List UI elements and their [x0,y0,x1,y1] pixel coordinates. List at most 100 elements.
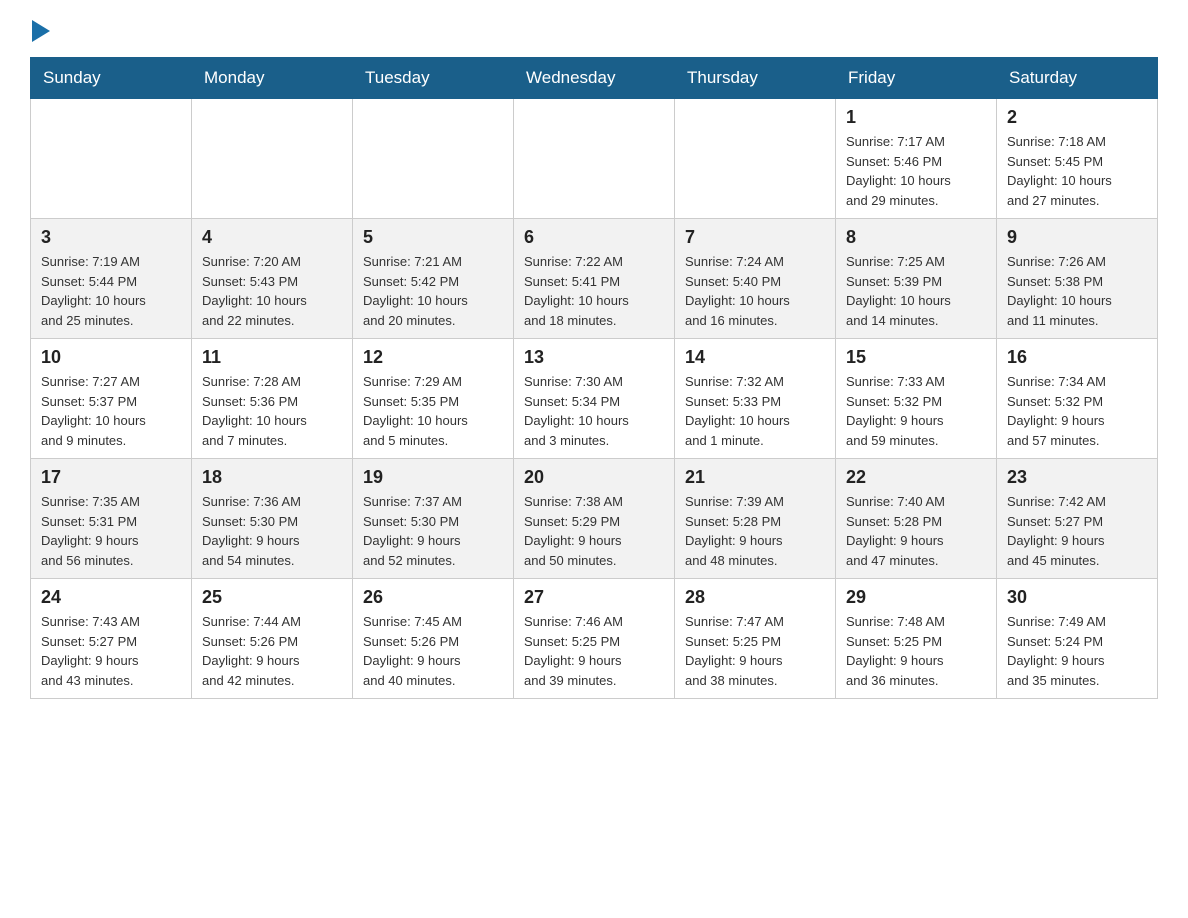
calendar-cell: 29 Sunrise: 7:48 AM Sunset: 5:25 PM Dayli… [836,579,997,699]
day-info: Sunrise: 7:32 AM Sunset: 5:33 PM Dayligh… [685,372,825,450]
day-info: Sunrise: 7:30 AM Sunset: 5:34 PM Dayligh… [524,372,664,450]
day-info: Sunrise: 7:42 AM Sunset: 5:27 PM Dayligh… [1007,492,1147,570]
logo [30,20,50,47]
calendar-cell [514,99,675,219]
calendar-cell: 16 Sunrise: 7:34 AM Sunset: 5:32 PM Dayli… [997,339,1158,459]
calendar-cell: 21 Sunrise: 7:39 AM Sunset: 5:28 PM Dayli… [675,459,836,579]
day-number: 10 [41,347,181,368]
day-number: 8 [846,227,986,248]
day-number: 27 [524,587,664,608]
calendar-cell: 11 Sunrise: 7:28 AM Sunset: 5:36 PM Dayli… [192,339,353,459]
day-number: 20 [524,467,664,488]
calendar-cell: 1Sunrise: 7:17 AM Sunset: 5:46 PM Daylig… [836,99,997,219]
calendar-cell: 12 Sunrise: 7:29 AM Sunset: 5:35 PM Dayli… [353,339,514,459]
calendar-cell: 7 Sunrise: 7:24 AM Sunset: 5:40 PM Daylig… [675,219,836,339]
calendar-week-row: 24 Sunrise: 7:43 AM Sunset: 5:27 PM Dayli… [31,579,1158,699]
day-number: 30 [1007,587,1147,608]
day-info: Sunrise: 7:48 AM Sunset: 5:25 PM Dayligh… [846,612,986,690]
calendar-cell: 30 Sunrise: 7:49 AM Sunset: 5:24 PM Dayli… [997,579,1158,699]
day-info: Sunrise: 7:19 AM Sunset: 5:44 PM Dayligh… [41,252,181,330]
calendar-cell: 27 Sunrise: 7:46 AM Sunset: 5:25 PM Dayli… [514,579,675,699]
day-number: 23 [1007,467,1147,488]
day-info: Sunrise: 7:25 AM Sunset: 5:39 PM Dayligh… [846,252,986,330]
calendar-cell: 5 Sunrise: 7:21 AM Sunset: 5:42 PM Daylig… [353,219,514,339]
day-number: 12 [363,347,503,368]
day-number: 7 [685,227,825,248]
day-info: Sunrise: 7:18 AM Sunset: 5:45 PM Dayligh… [1007,132,1147,210]
calendar-cell: 2 Sunrise: 7:18 AM Sunset: 5:45 PM Daylig… [997,99,1158,219]
day-number: 14 [685,347,825,368]
day-info: Sunrise: 7:43 AM Sunset: 5:27 PM Dayligh… [41,612,181,690]
day-number: 5 [363,227,503,248]
day-number: 24 [41,587,181,608]
day-number: 26 [363,587,503,608]
day-info: Sunrise: 7:34 AM Sunset: 5:32 PM Dayligh… [1007,372,1147,450]
day-info: Sunrise: 7:29 AM Sunset: 5:35 PM Dayligh… [363,372,503,450]
day-info: Sunrise: 7:44 AM Sunset: 5:26 PM Dayligh… [202,612,342,690]
calendar-cell [192,99,353,219]
weekday-header-wednesday: Wednesday [514,58,675,99]
day-info: Sunrise: 7:36 AM Sunset: 5:30 PM Dayligh… [202,492,342,570]
day-number: 25 [202,587,342,608]
calendar-cell: 26Sunrise: 7:45 AM Sunset: 5:26 PM Dayli… [353,579,514,699]
weekday-header-sunday: Sunday [31,58,192,99]
day-info: Sunrise: 7:49 AM Sunset: 5:24 PM Dayligh… [1007,612,1147,690]
day-number: 1 [846,107,986,128]
calendar-week-row: 10Sunrise: 7:27 AM Sunset: 5:37 PM Dayli… [31,339,1158,459]
calendar-cell [675,99,836,219]
calendar-cell: 14 Sunrise: 7:32 AM Sunset: 5:33 PM Dayli… [675,339,836,459]
day-info: Sunrise: 7:46 AM Sunset: 5:25 PM Dayligh… [524,612,664,690]
day-number: 18 [202,467,342,488]
calendar-cell: 22Sunrise: 7:40 AM Sunset: 5:28 PM Dayli… [836,459,997,579]
day-info: Sunrise: 7:37 AM Sunset: 5:30 PM Dayligh… [363,492,503,570]
calendar-cell: 15Sunrise: 7:33 AM Sunset: 5:32 PM Dayli… [836,339,997,459]
day-number: 28 [685,587,825,608]
day-number: 29 [846,587,986,608]
day-number: 4 [202,227,342,248]
calendar-cell: 10Sunrise: 7:27 AM Sunset: 5:37 PM Dayli… [31,339,192,459]
calendar-cell: 19 Sunrise: 7:37 AM Sunset: 5:30 PM Dayli… [353,459,514,579]
day-info: Sunrise: 7:24 AM Sunset: 5:40 PM Dayligh… [685,252,825,330]
calendar-cell: 4 Sunrise: 7:20 AM Sunset: 5:43 PM Daylig… [192,219,353,339]
calendar-cell: 3 Sunrise: 7:19 AM Sunset: 5:44 PM Daylig… [31,219,192,339]
calendar-cell: 18 Sunrise: 7:36 AM Sunset: 5:30 PM Dayli… [192,459,353,579]
day-number: 16 [1007,347,1147,368]
calendar-cell: 28Sunrise: 7:47 AM Sunset: 5:25 PM Dayli… [675,579,836,699]
weekday-header-friday: Friday [836,58,997,99]
day-info: Sunrise: 7:38 AM Sunset: 5:29 PM Dayligh… [524,492,664,570]
day-info: Sunrise: 7:33 AM Sunset: 5:32 PM Dayligh… [846,372,986,450]
calendar-cell: 13 Sunrise: 7:30 AM Sunset: 5:34 PM Dayli… [514,339,675,459]
day-number: 21 [685,467,825,488]
day-info: Sunrise: 7:26 AM Sunset: 5:38 PM Dayligh… [1007,252,1147,330]
logo-triangle-icon [32,20,50,42]
calendar-header-row: SundayMondayTuesdayWednesdayThursdayFrid… [31,58,1158,99]
calendar-cell [31,99,192,219]
day-info: Sunrise: 7:28 AM Sunset: 5:36 PM Dayligh… [202,372,342,450]
calendar-cell [353,99,514,219]
day-info: Sunrise: 7:22 AM Sunset: 5:41 PM Dayligh… [524,252,664,330]
day-number: 19 [363,467,503,488]
calendar-cell: 23 Sunrise: 7:42 AM Sunset: 5:27 PM Dayli… [997,459,1158,579]
weekday-header-thursday: Thursday [675,58,836,99]
day-info: Sunrise: 7:39 AM Sunset: 5:28 PM Dayligh… [685,492,825,570]
day-info: Sunrise: 7:20 AM Sunset: 5:43 PM Dayligh… [202,252,342,330]
day-info: Sunrise: 7:21 AM Sunset: 5:42 PM Dayligh… [363,252,503,330]
day-info: Sunrise: 7:35 AM Sunset: 5:31 PM Dayligh… [41,492,181,570]
day-number: 17 [41,467,181,488]
calendar-table: SundayMondayTuesdayWednesdayThursdayFrid… [30,57,1158,699]
calendar-week-row: 1Sunrise: 7:17 AM Sunset: 5:46 PM Daylig… [31,99,1158,219]
day-number: 9 [1007,227,1147,248]
day-number: 2 [1007,107,1147,128]
calendar-cell: 24 Sunrise: 7:43 AM Sunset: 5:27 PM Dayli… [31,579,192,699]
day-number: 13 [524,347,664,368]
day-number: 3 [41,227,181,248]
day-number: 11 [202,347,342,368]
calendar-cell: 9 Sunrise: 7:26 AM Sunset: 5:38 PM Daylig… [997,219,1158,339]
calendar-cell: 25 Sunrise: 7:44 AM Sunset: 5:26 PM Dayli… [192,579,353,699]
calendar-cell: 17 Sunrise: 7:35 AM Sunset: 5:31 PM Dayli… [31,459,192,579]
calendar-cell: 20 Sunrise: 7:38 AM Sunset: 5:29 PM Dayli… [514,459,675,579]
day-number: 6 [524,227,664,248]
calendar-week-row: 3 Sunrise: 7:19 AM Sunset: 5:44 PM Daylig… [31,219,1158,339]
weekday-header-tuesday: Tuesday [353,58,514,99]
header [30,20,1158,47]
